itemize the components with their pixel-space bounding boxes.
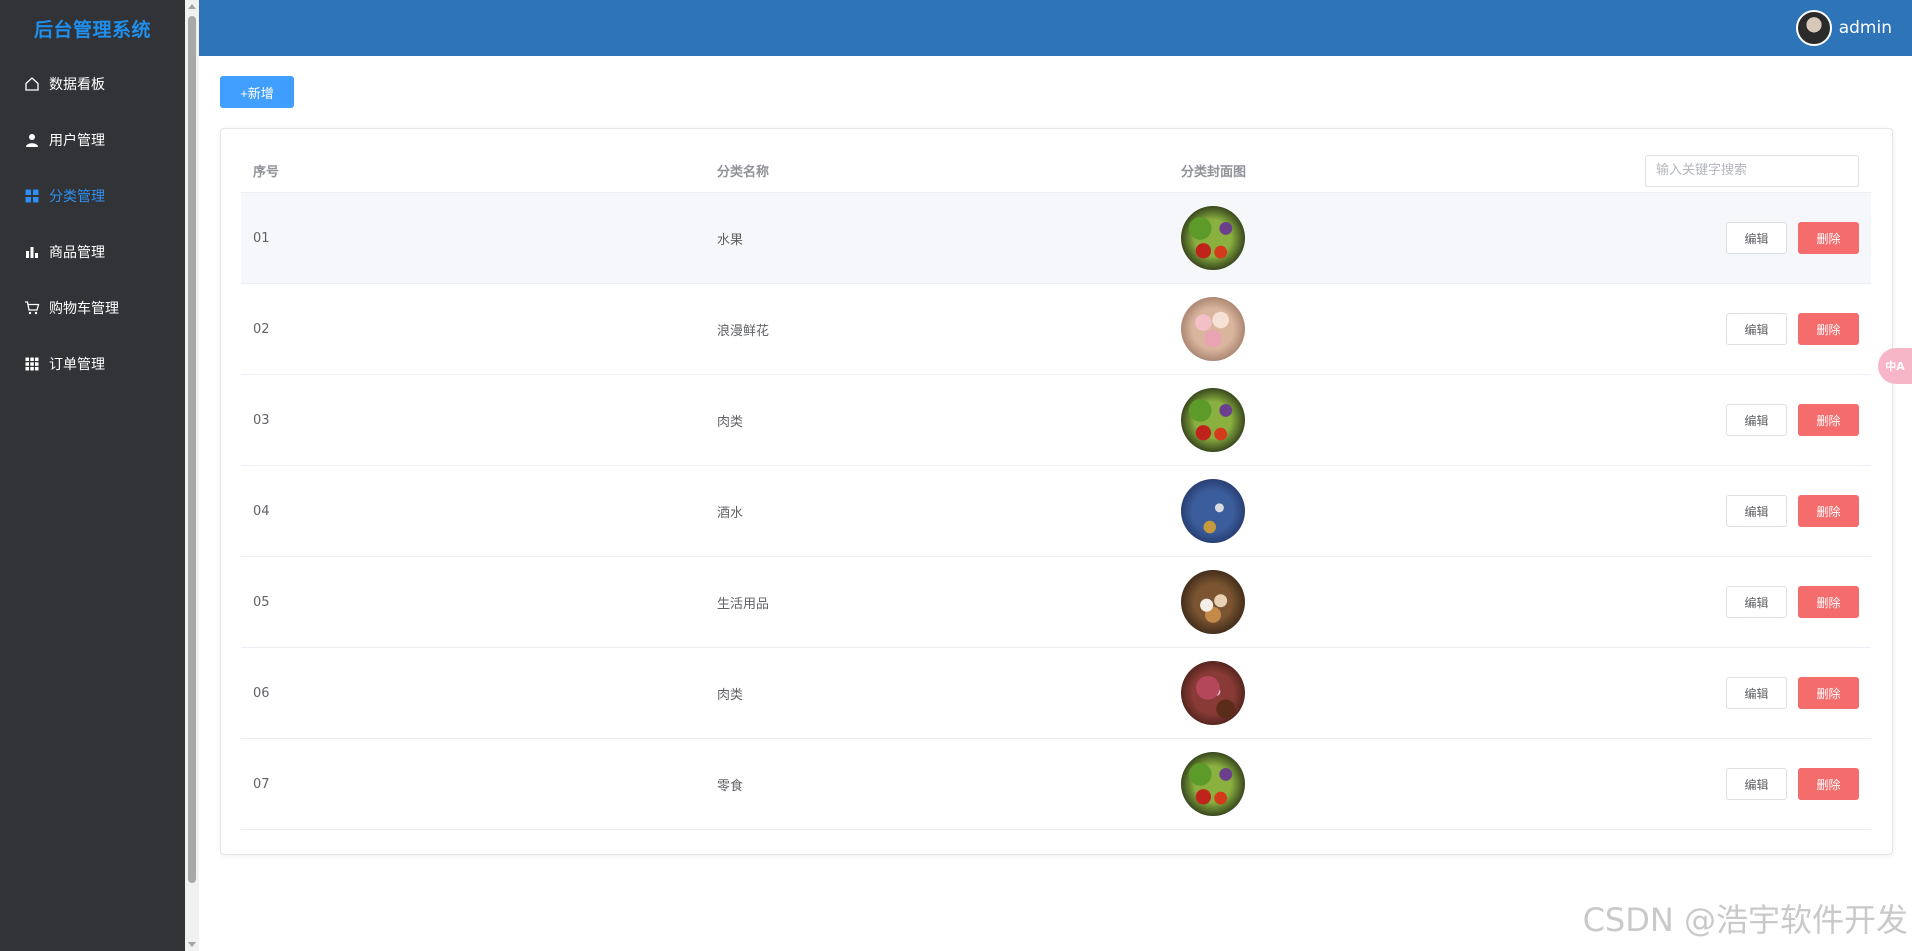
category-table: 序号 分类名称 分类封面图 01 水果 编辑 删除 02 浪漫鲜花 bbox=[241, 149, 1871, 830]
table-row: 06 肉类 编辑 删除 bbox=[241, 648, 1871, 739]
row-index: 04 bbox=[253, 503, 270, 519]
edit-button[interactable]: 编辑 bbox=[1726, 677, 1787, 709]
category-cover-image bbox=[1181, 206, 1245, 270]
home-icon bbox=[24, 76, 40, 92]
sidebar-item-label: 购物车管理 bbox=[49, 301, 119, 317]
sidebar-item-orders[interactable]: 订单管理 bbox=[0, 336, 185, 392]
sidebar-item-label: 用户管理 bbox=[49, 133, 105, 149]
top-header: admin bbox=[199, 0, 1912, 56]
category-cover-image bbox=[1181, 752, 1245, 816]
translate-widget[interactable]: 中A bbox=[1878, 348, 1912, 384]
scroll-up-arrow-icon[interactable] bbox=[188, 4, 196, 9]
app-title: 后台管理系统 bbox=[33, 18, 151, 41]
column-header-index: 序号 bbox=[253, 165, 280, 180]
row-index: 01 bbox=[253, 230, 270, 246]
row-index: 06 bbox=[253, 685, 270, 701]
translate-icon: 中A bbox=[1885, 360, 1905, 373]
sidebar-item-label: 数据看板 bbox=[49, 77, 105, 93]
sidebar-item-dashboard[interactable]: 数据看板 bbox=[0, 56, 185, 112]
table-row: 05 生活用品 编辑 删除 bbox=[241, 557, 1871, 648]
edit-button[interactable]: 编辑 bbox=[1726, 586, 1787, 618]
sidebar-menu: 数据看板 用户管理 分类管理 商品管理 购物车管理 订单管理 bbox=[0, 56, 185, 392]
bar-chart-icon bbox=[24, 244, 40, 260]
delete-button[interactable]: 删除 bbox=[1798, 313, 1859, 345]
sidebar-item-label: 分类管理 bbox=[49, 189, 105, 205]
category-cover-image bbox=[1181, 661, 1245, 725]
category-cover-image bbox=[1181, 570, 1245, 634]
table-row: 03 肉类 编辑 删除 bbox=[241, 375, 1871, 466]
edit-button[interactable]: 编辑 bbox=[1726, 404, 1787, 436]
table-row: 04 酒水 编辑 删除 bbox=[241, 466, 1871, 557]
apps-icon bbox=[24, 356, 40, 372]
row-name: 肉类 bbox=[717, 687, 744, 703]
table-row: 02 浪漫鲜花 编辑 删除 bbox=[241, 284, 1871, 375]
avatar[interactable] bbox=[1795, 10, 1832, 46]
sidebar-item-categories[interactable]: 分类管理 bbox=[0, 168, 185, 224]
row-name: 肉类 bbox=[717, 414, 744, 430]
category-cover-image bbox=[1181, 479, 1245, 543]
scroll-down-arrow-icon[interactable] bbox=[188, 942, 196, 947]
table-row: 07 零食 编辑 删除 bbox=[241, 739, 1871, 830]
cart-icon bbox=[24, 300, 40, 316]
column-header-name: 分类名称 bbox=[717, 165, 770, 180]
watermark: CSDN @浩宇软件开发 bbox=[1582, 901, 1908, 939]
sidebar-scrollbar[interactable] bbox=[185, 0, 199, 951]
column-header-cover: 分类封面图 bbox=[1181, 165, 1247, 180]
delete-button[interactable]: 删除 bbox=[1798, 222, 1859, 254]
column-header-actions bbox=[1633, 154, 1871, 187]
edit-button[interactable]: 编辑 bbox=[1726, 768, 1787, 800]
sidebar-item-users[interactable]: 用户管理 bbox=[0, 112, 185, 168]
delete-button[interactable]: 删除 bbox=[1798, 586, 1859, 618]
username[interactable]: admin bbox=[1839, 18, 1892, 38]
row-index: 07 bbox=[253, 776, 270, 792]
table-header: 序号 分类名称 分类封面图 bbox=[241, 149, 1871, 193]
sidebar: 后台管理系统 数据看板 用户管理 分类管理 商品管理 购物车管理 订单管理 bbox=[0, 0, 185, 951]
user-menu[interactable]: admin bbox=[1795, 10, 1892, 46]
row-index: 02 bbox=[253, 321, 270, 337]
sidebar-item-cart[interactable]: 购物车管理 bbox=[0, 280, 185, 336]
delete-button[interactable]: 删除 bbox=[1798, 404, 1859, 436]
search-input[interactable] bbox=[1645, 154, 1859, 187]
delete-button[interactable]: 删除 bbox=[1798, 768, 1859, 800]
edit-button[interactable]: 编辑 bbox=[1726, 222, 1787, 254]
row-index: 03 bbox=[253, 412, 270, 428]
sidebar-item-label: 订单管理 bbox=[49, 357, 105, 373]
main-content: +新增 序号 分类名称 分类封面图 01 水果 编辑 删除 bbox=[199, 56, 1912, 951]
delete-button[interactable]: 删除 bbox=[1798, 495, 1859, 527]
table-row: 01 水果 编辑 删除 bbox=[241, 193, 1871, 284]
row-name: 生活用品 bbox=[717, 596, 770, 612]
sidebar-item-products[interactable]: 商品管理 bbox=[0, 224, 185, 280]
row-name: 水果 bbox=[717, 232, 744, 248]
delete-button[interactable]: 删除 bbox=[1798, 677, 1859, 709]
add-button-label: +新增 bbox=[240, 85, 274, 101]
sidebar-item-label: 商品管理 bbox=[49, 245, 105, 261]
user-icon bbox=[24, 132, 40, 148]
scrollbar-thumb[interactable] bbox=[188, 16, 196, 883]
category-cover-image bbox=[1181, 388, 1245, 452]
row-name: 浪漫鲜花 bbox=[717, 323, 770, 339]
edit-button[interactable]: 编辑 bbox=[1726, 495, 1787, 527]
row-name: 零食 bbox=[717, 778, 744, 794]
category-table-card: 序号 分类名称 分类封面图 01 水果 编辑 删除 02 浪漫鲜花 bbox=[220, 128, 1893, 855]
grid-icon bbox=[24, 188, 40, 204]
row-index: 05 bbox=[253, 594, 270, 610]
category-cover-image bbox=[1181, 297, 1245, 361]
add-category-button[interactable]: +新增 bbox=[220, 76, 294, 108]
row-name: 酒水 bbox=[717, 505, 744, 521]
edit-button[interactable]: 编辑 bbox=[1726, 313, 1787, 345]
